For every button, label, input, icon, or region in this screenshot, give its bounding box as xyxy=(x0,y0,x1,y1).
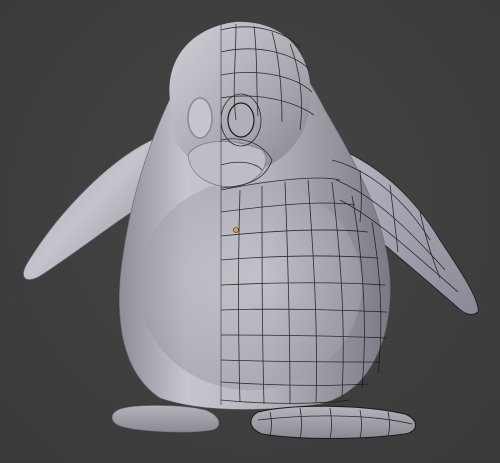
belly xyxy=(138,180,362,390)
left-eye xyxy=(187,97,213,139)
right-eye xyxy=(227,102,255,138)
origin-point-icon[interactable] xyxy=(233,227,239,233)
right-foot[interactable] xyxy=(250,405,416,439)
3d-viewport[interactable] xyxy=(0,0,500,463)
penguin-model[interactable] xyxy=(0,0,500,463)
left-foot[interactable] xyxy=(111,405,219,433)
